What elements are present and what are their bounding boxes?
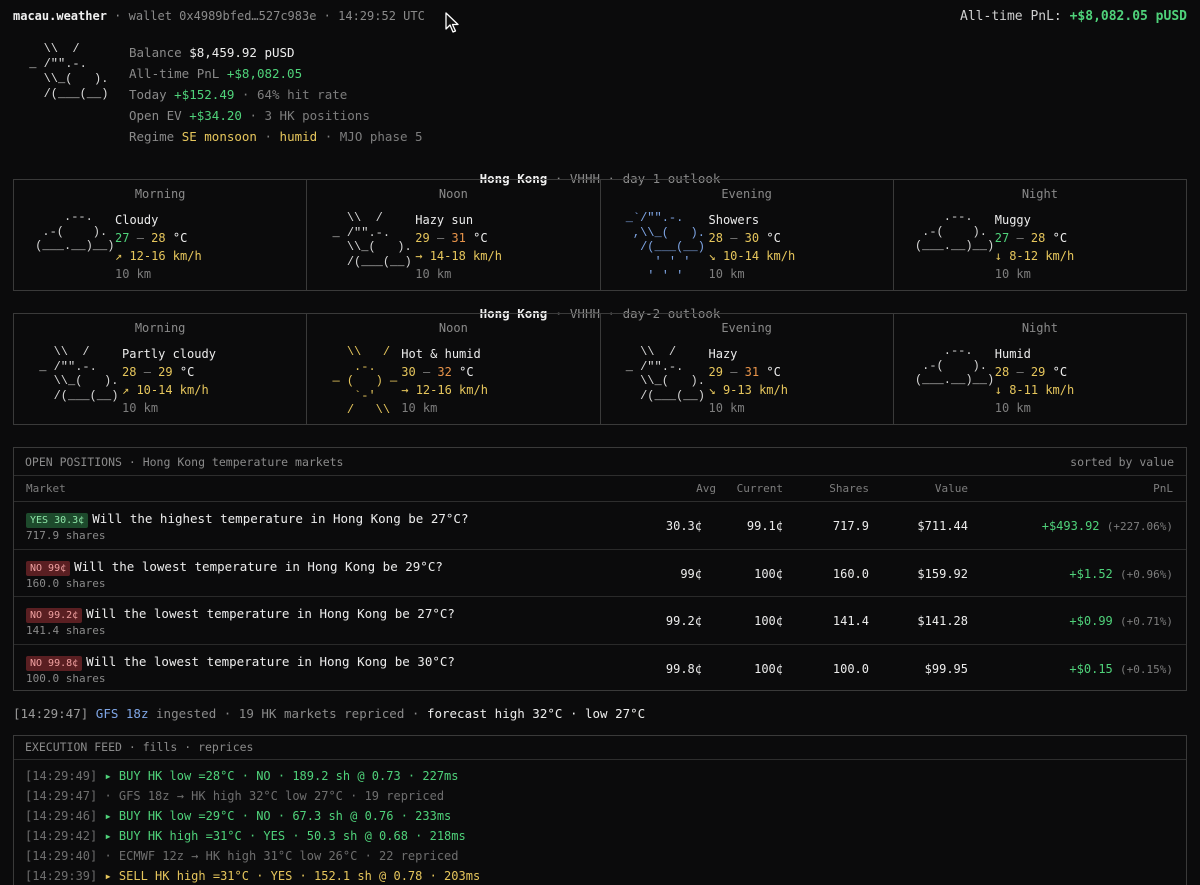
position-value: $99.95 [924,661,968,676]
current-price: 100¢ [754,661,783,676]
feed-line: [14:29:47] · GFS 18z → HK high 32°C low … [25,789,445,803]
top-bar: macau.weather · wallet 0x4989bfed…527c98… [13,9,1187,25]
day2-morning: Morning \\ / _ /"".-. \\_( ). /(___(__) … [14,314,308,424]
position-pnl: +$493.92 (+227.06%) [1041,519,1173,533]
position-pnl: +$1.52 (+0.96%) [1069,566,1173,581]
col-pnl[interactable]: PnL [1153,476,1173,502]
position-value: $141.28 [917,614,968,628]
position-shares-sub: 160.0 shares [26,576,106,590]
cloudy-ascii-icon: .--. .-( ). (___.__)__) [35,210,115,253]
regime-row: Regime SE monsoon · humid · MJO phase 5 [129,129,423,144]
execution-feed-panel: EXECUTION FEED · fills · reprices [14:29… [13,735,1187,885]
day2-night: Night .--. .-( ). (___.__)__) Humid 28 –… [894,314,1186,424]
col-shares[interactable]: Shares [829,476,869,502]
day2-forecast-panel: Morning \\ / _ /"".-. \\_( ). /(___(__) … [13,313,1187,425]
mouse-cursor-icon [445,12,459,33]
current-price: 100¢ [754,614,783,628]
position-row[interactable]: NO 99.2¢ Will the lowest temperature in H… [14,597,1186,645]
feed-line: [14:29:49] ▸ BUY HK low =28°C · NO · 189… [25,769,459,783]
sunny-ascii-icon: \\ / .-. ― ( ) ― `-' / \\ [332,345,398,417]
alltime-pnl-stat: +$8,082.05 [226,66,303,81]
open-positions-panel: OPEN POSITIONS · Hong Kong temperature m… [13,447,1187,691]
day1-night: Night .--. .-( ). (___.__)__) Muggy 27 –… [894,180,1186,290]
alltime-pnl-row: All-time PnL +$8,082.05 [129,66,303,81]
hazy-sun-ascii-icon: \\ / _ /"".-. \\_( ). /(___(__) [29,42,109,101]
market-question: Will the lowest temperature in Hong Kong… [86,606,455,621]
position-question: YES 30.3¢ Will the highest temperature in… [26,511,468,528]
position-shares-sub: 717.9 shares [26,529,106,542]
position-question: NO 99.8¢ Will the lowest temperature in H… [26,654,455,671]
regime-monsoon: SE monsoon [181,129,257,144]
app-title: macau.weather [13,9,107,23]
ingest-forecast: forecast high 32°C · low 27°C [426,706,646,721]
market-question: Will the lowest temperature in Hong Kong… [74,558,443,574]
position-question: NO 99.2¢ Will the lowest temperature in H… [26,606,455,623]
side-badge: YES 30.3¢ [26,513,89,528]
today-row: Today +$152.49 · 64% hit rate [129,87,348,102]
position-value: $159.92 [917,566,968,581]
market-question: Will the lowest temperature in Hong Kong… [86,653,455,669]
share-count: 141.4 [832,614,869,628]
day2-evening: Evening \\ / _ /"".-. \\_( ). /(___(__) … [601,314,894,424]
alltime-pnl-value: +$8,082.05 pUSD [1069,9,1187,24]
col-value[interactable]: Value [935,476,968,502]
open-ev-value: +$34.20 [189,108,242,123]
wallet-meta: · wallet 0x4989bfed…527c983e · 14:29:52 … [114,9,425,23]
today-pnl: +$152.49 [174,87,235,102]
share-count: 717.9 [832,519,869,533]
market-question: Will the highest temperature in Hong Kon… [92,511,469,526]
day1-evening: Evening _`/"".-. ,\\_( ). /(___(__) ' ' … [601,180,894,290]
hazy-ascii-icon: \\ / _ /"".-. \\_( ). /(___(__) [625,345,705,403]
regime-humid: humid [279,129,318,144]
avg-price: 99.2¢ [665,614,702,628]
ingest-model: GFS 18z [95,706,149,721]
current-price: 99.1¢ [746,519,783,533]
position-row[interactable]: YES 30.3¢ Will the highest temperature in… [14,502,1186,550]
feed-line: [14:29:42] ▸ BUY HK high =31°C · YES · 5… [25,829,466,843]
feed-title: EXECUTION FEED · fills · reprices [14,736,1186,760]
side-badge: NO 99.8¢ [26,655,83,671]
feed-line: [14:29:40] · ECMWF 12z → HK high 31°C lo… [25,849,459,863]
current-price: 100¢ [754,566,783,581]
cloudy-ascii-icon: .--. .-( ). (___.__)__) [914,210,995,253]
positions-title: OPEN POSITIONS · Hong Kong temperature m… [25,455,344,469]
balance-row: Balance $8,459.92 pUSD [129,45,295,60]
cloudy-ascii-icon: .--. .-( ). (___.__)__) [914,344,995,387]
position-row[interactable]: NO 99¢ Will the lowest temperature in Hon… [14,550,1186,597]
positions-column-headers: Market Avg Current Shares Value PnL [14,476,1186,502]
position-pnl: +$0.99 (+0.71%) [1069,614,1173,628]
balance-value: $8,459.92 pUSD [189,45,295,60]
showers-ascii-icon: _`/"".-. ,\\_( ). /(___(__) ' ' ' ' ' ' [625,211,705,283]
day2-noon: Noon \\ / .-. ― ( ) ― `-' / \\ Hot & hum… [307,314,601,424]
col-current[interactable]: Current [737,476,783,502]
sort-indicator[interactable]: sorted by value [1070,448,1174,476]
feed-line: [14:29:46] ▸ BUY HK low =29°C · NO · 67.… [25,809,452,823]
partly-cloudy-ascii-icon: \\ / _ /"".-. \\_( ). /(___(__) [39,345,119,403]
day1-forecast-panel: Morning .--. .-( ). (___.__)__) Cloudy 2… [13,179,1187,291]
share-count: 100.0 [832,661,869,676]
avg-price: 30.3¢ [665,519,702,533]
alltime-pnl-header: All-time PnL: +$8,082.05 pUSD [960,9,1187,24]
positions-header: OPEN POSITIONS · Hong Kong temperature m… [14,448,1186,476]
day1-noon: Noon \\ / _ /"".-. \\_( ). /(___(__) Haz… [307,180,601,290]
avg-price: 99.8¢ [665,661,702,676]
col-avg[interactable]: Avg [696,476,716,502]
position-question: NO 99¢ Will the lowest temperature in Hon… [26,559,443,576]
alltime-pnl-label: All-time PnL: [960,9,1062,24]
side-badge: NO 99.2¢ [26,608,83,623]
hazy-sun-ascii-icon: \\ / _ /"".-. \\_( ). /(___(__) [332,211,412,269]
position-shares-sub: 141.4 shares [26,624,106,637]
ingest-status: [14:29:47] GFS 18z ingested · 19 HK mark… [13,706,646,721]
feed-line: [14:29:39] ▸ SELL HK high =31°C · YES · … [25,869,481,883]
col-market[interactable]: Market [26,476,66,502]
share-count: 160.0 [832,566,869,581]
open-ev-row: Open EV +$34.20 · 3 HK positions [129,108,370,123]
side-badge: NO 99¢ [26,560,71,576]
position-value: $711.44 [917,519,968,533]
position-shares-sub: 100.0 shares [26,671,106,685]
day1-morning: Morning .--. .-( ). (___.__)__) Cloudy 2… [14,180,308,290]
position-row[interactable]: NO 99.8¢ Will the lowest temperature in H… [14,645,1186,693]
avg-price: 99¢ [680,566,702,581]
position-pnl: +$0.15 (+0.15%) [1069,661,1173,676]
